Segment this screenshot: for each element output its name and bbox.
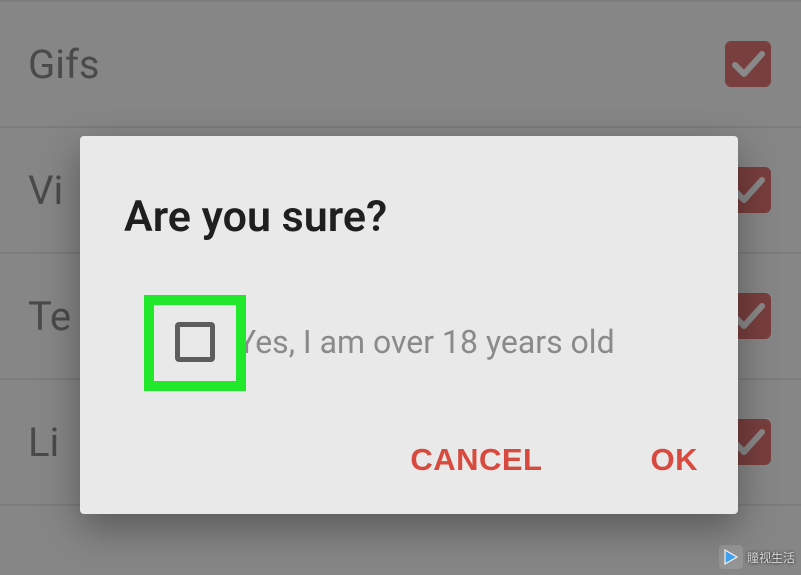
watermark: 瞳视生活 <box>719 545 795 569</box>
dialog-title: Are you sure? <box>124 192 738 242</box>
ok-button[interactable]: OK <box>635 432 715 488</box>
cancel-button[interactable]: CANCEL <box>394 432 558 488</box>
watermark-text: 瞳视生活 <box>747 549 795 566</box>
confirm-label: Yes, I am over 18 years old <box>237 323 615 361</box>
confirm-dialog: Are you sure? Yes, I am over 18 years ol… <box>80 136 738 514</box>
dialog-actions: CANCEL OK <box>394 432 714 488</box>
watermark-logo-icon <box>719 545 743 569</box>
confirm-row: Yes, I am over 18 years old <box>175 322 718 362</box>
age-confirm-checkbox[interactable] <box>175 322 215 362</box>
